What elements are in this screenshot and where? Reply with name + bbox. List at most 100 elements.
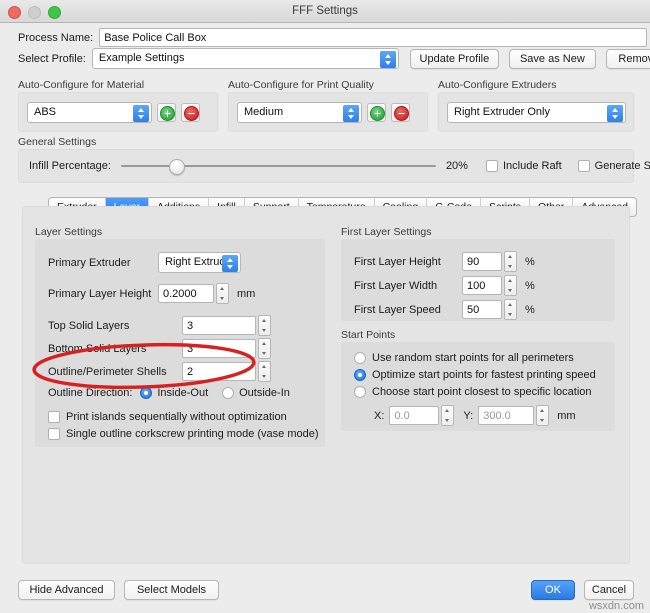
select-profile-value: Example Settings bbox=[98, 52, 185, 64]
infill-percentage-label: Infill Percentage: bbox=[29, 160, 111, 172]
outline-direction-outside-in-radio[interactable] bbox=[222, 387, 235, 399]
auto-config-extruders-title: Auto-Configure Extruders bbox=[438, 79, 557, 91]
first-layer-height-unit: % bbox=[525, 255, 535, 268]
print-islands-checkbox[interactable] bbox=[48, 411, 60, 423]
outline-perimeter-shells-stepper[interactable] bbox=[258, 361, 271, 382]
start-point-optimize-label: Optimize start points for fastest printi… bbox=[372, 369, 596, 381]
bottom-solid-layers-label: Bottom Solid Layers bbox=[48, 342, 147, 355]
start-point-random-label: Use random start points for all perimete… bbox=[372, 352, 574, 364]
auto-config-quality-panel: Medium bbox=[228, 92, 428, 132]
print-islands-label: Print islands sequentially without optim… bbox=[66, 411, 287, 423]
top-solid-layers-stepper[interactable] bbox=[258, 315, 271, 336]
print-quality-value: Medium bbox=[244, 106, 284, 118]
add-material-button[interactable] bbox=[157, 103, 176, 122]
update-profile-button[interactable]: Update Profile bbox=[409, 48, 499, 69]
first-layer-width-stepper[interactable] bbox=[504, 275, 517, 296]
start-point-unit: mm bbox=[557, 409, 576, 422]
material-dropdown[interactable]: ABS bbox=[27, 102, 152, 123]
chevron-updown-icon bbox=[607, 105, 623, 122]
start-point-specific-radio[interactable] bbox=[354, 386, 366, 398]
primary-layer-height-input[interactable] bbox=[158, 284, 214, 303]
start-point-random-radio[interactable] bbox=[354, 352, 366, 364]
auto-config-extruders-panel: Right Extruder Only bbox=[438, 92, 634, 132]
include-raft-label: Include Raft bbox=[502, 160, 562, 172]
infill-percentage-value: 20% bbox=[445, 160, 468, 172]
first-layer-height-label: First Layer Height bbox=[354, 255, 441, 268]
vase-mode-label: Single outline corkscrew printing mode (… bbox=[66, 428, 319, 440]
bottom-solid-layers-stepper[interactable] bbox=[258, 338, 271, 359]
select-profile-dropdown[interactable]: Example Settings bbox=[91, 48, 399, 69]
start-point-x-input[interactable] bbox=[389, 406, 440, 425]
outline-direction-inside-out-radio[interactable] bbox=[140, 387, 153, 399]
material-value: ABS bbox=[34, 106, 57, 118]
plus-icon bbox=[160, 106, 175, 121]
cancel-button[interactable]: Cancel bbox=[584, 580, 634, 600]
select-models-button[interactable]: Select Models bbox=[124, 580, 219, 600]
start-point-y-stepper[interactable] bbox=[536, 405, 550, 426]
start-point-y-label: Y: bbox=[463, 409, 474, 422]
first-layer-width-unit: % bbox=[525, 279, 535, 292]
ok-button[interactable]: OK bbox=[531, 580, 575, 600]
process-name-input[interactable] bbox=[99, 28, 648, 47]
first-layer-height-stepper[interactable] bbox=[504, 251, 517, 272]
primary-extruder-dropdown[interactable]: Right Extruder bbox=[158, 252, 241, 273]
first-layer-height-input[interactable] bbox=[462, 252, 502, 271]
generate-support-label: Generate Support bbox=[594, 160, 650, 172]
chevron-updown-icon bbox=[379, 51, 396, 68]
first-layer-speed-stepper[interactable] bbox=[504, 299, 517, 320]
save-as-new-button[interactable]: Save as New bbox=[508, 48, 596, 69]
auto-config-material-panel: ABS bbox=[18, 92, 218, 132]
outline-direction-outside-in-label: Outside-In bbox=[239, 387, 290, 399]
primary-layer-height-label: Primary Layer Height bbox=[48, 287, 152, 300]
primary-extruder-label: Primary Extruder bbox=[48, 256, 131, 269]
outline-perimeter-shells-label: Outline/Perimeter Shells bbox=[48, 365, 167, 378]
start-point-specific-label: Choose start point closest to specific l… bbox=[372, 386, 592, 398]
start-point-optimize-radio[interactable] bbox=[354, 369, 366, 381]
window-title-bar: FFF Settings bbox=[0, 0, 650, 23]
select-profile-row: Select Profile: Example Settings Update … bbox=[18, 48, 650, 69]
generate-support-checkbox[interactable] bbox=[577, 160, 590, 172]
select-profile-label: Select Profile: bbox=[18, 52, 86, 65]
primary-layer-height-unit: mm bbox=[237, 287, 256, 300]
remove-profile-button[interactable]: Remove bbox=[605, 48, 650, 69]
outline-perimeter-shells-input[interactable] bbox=[182, 362, 256, 381]
chevron-updown-icon bbox=[343, 105, 359, 122]
start-point-y-input[interactable] bbox=[478, 406, 535, 425]
general-settings-title: General Settings bbox=[18, 136, 97, 148]
extruders-dropdown[interactable]: Right Extruder Only bbox=[447, 102, 626, 123]
watermark: wsxdn.com bbox=[588, 600, 644, 612]
first-layer-speed-unit: % bbox=[525, 303, 535, 316]
extruders-value: Right Extruder Only bbox=[454, 106, 550, 118]
first-layer-settings-box: First Layer Height % First Layer Width %… bbox=[341, 239, 615, 321]
add-quality-button[interactable] bbox=[367, 103, 386, 122]
minus-icon bbox=[184, 106, 199, 121]
print-quality-dropdown[interactable]: Medium bbox=[237, 102, 362, 123]
first-layer-settings-title: First Layer Settings bbox=[341, 226, 432, 238]
start-point-x-stepper[interactable] bbox=[441, 405, 455, 426]
primary-layer-height-stepper[interactable] bbox=[216, 283, 229, 304]
process-name-label: Process Name: bbox=[18, 31, 94, 44]
first-layer-width-input[interactable] bbox=[462, 276, 502, 295]
first-layer-speed-input[interactable] bbox=[462, 300, 502, 319]
remove-material-button[interactable] bbox=[181, 103, 200, 122]
include-raft-checkbox[interactable] bbox=[485, 160, 498, 172]
vase-mode-checkbox[interactable] bbox=[48, 428, 60, 440]
top-solid-layers-label: Top Solid Layers bbox=[48, 319, 130, 332]
hide-advanced-button[interactable]: Hide Advanced bbox=[18, 580, 115, 600]
infill-percentage-slider[interactable] bbox=[120, 159, 436, 175]
bottom-solid-layers-input[interactable] bbox=[182, 339, 256, 358]
chevron-updown-icon bbox=[222, 255, 238, 272]
auto-config-quality-title: Auto-Configure for Print Quality bbox=[228, 79, 374, 91]
outline-direction-label: Outline Direction: bbox=[48, 387, 133, 399]
start-points-title: Start Points bbox=[341, 329, 396, 341]
first-layer-width-label: First Layer Width bbox=[354, 279, 438, 292]
outline-direction-inside-out-label: Inside-Out bbox=[157, 387, 209, 399]
layer-tab-content: Layer Settings Primary Extruder Right Ex… bbox=[22, 206, 630, 564]
layer-settings-title: Layer Settings bbox=[35, 226, 103, 238]
top-solid-layers-input[interactable] bbox=[182, 316, 256, 335]
minus-icon bbox=[394, 106, 409, 121]
window-title: FFF Settings bbox=[292, 5, 358, 17]
remove-quality-button[interactable] bbox=[391, 103, 410, 122]
slider-handle[interactable] bbox=[168, 159, 185, 175]
start-points-box: Use random start points for all perimete… bbox=[341, 342, 615, 431]
